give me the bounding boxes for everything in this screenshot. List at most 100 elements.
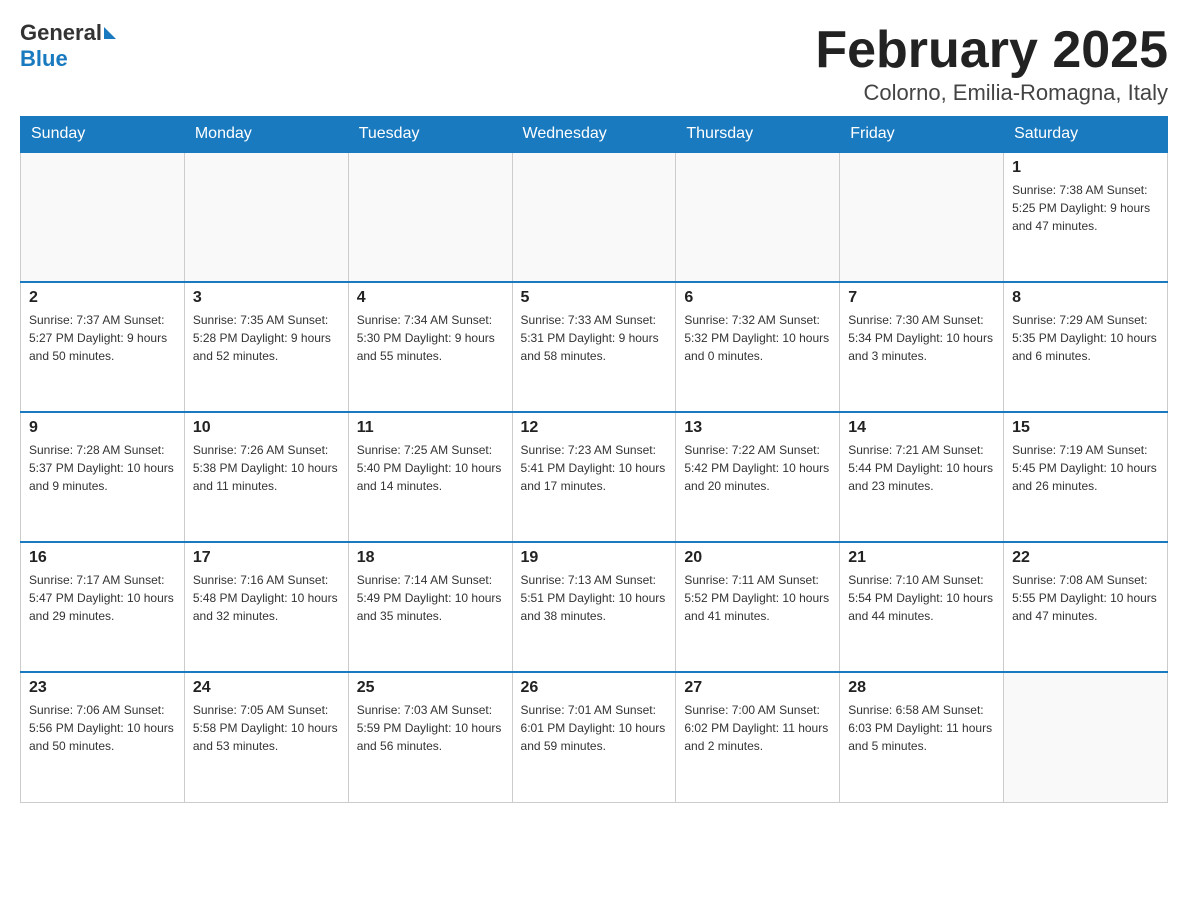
calendar-cell: 19 Sunrise: 7:13 AM Sunset: 5:51 PM Dayli…	[512, 542, 676, 672]
calendar-cell: 28Sunrise: 6:58 AM Sunset: 6:03 PM Dayli…	[840, 672, 1004, 802]
calendar-cell: 1 Sunrise: 7:38 AM Sunset: 5:25 PM Daylig…	[1004, 152, 1168, 282]
weekday-header-wednesday: Wednesday	[512, 117, 676, 153]
day-info: Sunrise: 6:58 AM Sunset: 6:03 PM Dayligh…	[848, 701, 995, 755]
calendar-cell: 18 Sunrise: 7:14 AM Sunset: 5:49 PM Dayli…	[348, 542, 512, 672]
day-info: Sunrise: 7:10 AM Sunset: 5:54 PM Dayligh…	[848, 571, 995, 625]
weekday-header-monday: Monday	[184, 117, 348, 153]
calendar-cell	[184, 152, 348, 282]
calendar-cell: 15 Sunrise: 7:19 AM Sunset: 5:45 PM Dayli…	[1004, 412, 1168, 542]
day-info: Sunrise: 7:37 AM Sunset: 5:27 PM Dayligh…	[29, 311, 176, 365]
calendar-cell: 10 Sunrise: 7:26 AM Sunset: 5:38 PM Dayli…	[184, 412, 348, 542]
day-info: Sunrise: 7:17 AM Sunset: 5:47 PM Dayligh…	[29, 571, 176, 625]
day-info: Sunrise: 7:26 AM Sunset: 5:38 PM Dayligh…	[193, 441, 340, 495]
calendar-cell: 3 Sunrise: 7:35 AM Sunset: 5:28 PM Daylig…	[184, 282, 348, 412]
day-info: Sunrise: 7:00 AM Sunset: 6:02 PM Dayligh…	[684, 701, 831, 755]
day-info: Sunrise: 7:38 AM Sunset: 5:25 PM Dayligh…	[1012, 181, 1159, 235]
calendar-cell: 4 Sunrise: 7:34 AM Sunset: 5:30 PM Daylig…	[348, 282, 512, 412]
day-number: 12	[521, 419, 668, 437]
calendar-cell: 5 Sunrise: 7:33 AM Sunset: 5:31 PM Daylig…	[512, 282, 676, 412]
day-number: 27	[684, 679, 831, 697]
logo-arrow-icon	[104, 27, 116, 39]
day-info: Sunrise: 7:13 AM Sunset: 5:51 PM Dayligh…	[521, 571, 668, 625]
calendar-cell: 2 Sunrise: 7:37 AM Sunset: 5:27 PM Daylig…	[21, 282, 185, 412]
day-info: Sunrise: 7:14 AM Sunset: 5:49 PM Dayligh…	[357, 571, 504, 625]
day-info: Sunrise: 7:28 AM Sunset: 5:37 PM Dayligh…	[29, 441, 176, 495]
calendar-week-row: 23 Sunrise: 7:06 AM Sunset: 5:56 PM Dayli…	[21, 672, 1168, 802]
weekday-header-sunday: Sunday	[21, 117, 185, 153]
day-number: 25	[357, 679, 504, 697]
calendar-cell: 24 Sunrise: 7:05 AM Sunset: 5:58 PM Dayli…	[184, 672, 348, 802]
day-number: 6	[684, 289, 831, 307]
day-info: Sunrise: 7:01 AM Sunset: 6:01 PM Dayligh…	[521, 701, 668, 755]
calendar-cell: 17 Sunrise: 7:16 AM Sunset: 5:48 PM Dayli…	[184, 542, 348, 672]
day-info: Sunrise: 7:29 AM Sunset: 5:35 PM Dayligh…	[1012, 311, 1159, 365]
day-number: 13	[684, 419, 831, 437]
day-info: Sunrise: 7:05 AM Sunset: 5:58 PM Dayligh…	[193, 701, 340, 755]
day-number: 19	[521, 549, 668, 567]
day-number: 18	[357, 549, 504, 567]
calendar-cell: 12Sunrise: 7:23 AM Sunset: 5:41 PM Dayli…	[512, 412, 676, 542]
day-info: Sunrise: 7:11 AM Sunset: 5:52 PM Dayligh…	[684, 571, 831, 625]
calendar-cell: 27 Sunrise: 7:00 AM Sunset: 6:02 PM Dayli…	[676, 672, 840, 802]
calendar-cell: 11 Sunrise: 7:25 AM Sunset: 5:40 PM Dayli…	[348, 412, 512, 542]
calendar-cell	[348, 152, 512, 282]
day-info: Sunrise: 7:30 AM Sunset: 5:34 PM Dayligh…	[848, 311, 995, 365]
weekday-header-thursday: Thursday	[676, 117, 840, 153]
weekday-header-saturday: Saturday	[1004, 117, 1168, 153]
calendar-week-row: 9 Sunrise: 7:28 AM Sunset: 5:37 PM Daylig…	[21, 412, 1168, 542]
day-number: 22	[1012, 549, 1159, 567]
day-number: 10	[193, 419, 340, 437]
day-info: Sunrise: 7:32 AM Sunset: 5:32 PM Dayligh…	[684, 311, 831, 365]
calendar-cell	[512, 152, 676, 282]
day-number: 14	[848, 419, 995, 437]
location-subtitle: Colorno, Emilia-Romagna, Italy	[815, 80, 1168, 106]
day-number: 17	[193, 549, 340, 567]
day-number: 4	[357, 289, 504, 307]
day-info: Sunrise: 7:16 AM Sunset: 5:48 PM Dayligh…	[193, 571, 340, 625]
day-number: 5	[521, 289, 668, 307]
month-title: February 2025	[815, 20, 1168, 80]
logo-blue-text: Blue	[20, 46, 68, 72]
day-info: Sunrise: 7:03 AM Sunset: 5:59 PM Dayligh…	[357, 701, 504, 755]
logo: General Blue	[20, 20, 118, 72]
calendar-cell	[676, 152, 840, 282]
day-number: 1	[1012, 159, 1159, 177]
day-number: 11	[357, 419, 504, 437]
day-info: Sunrise: 7:25 AM Sunset: 5:40 PM Dayligh…	[357, 441, 504, 495]
day-info: Sunrise: 7:34 AM Sunset: 5:30 PM Dayligh…	[357, 311, 504, 365]
calendar-week-row: 16Sunrise: 7:17 AM Sunset: 5:47 PM Dayli…	[21, 542, 1168, 672]
day-info: Sunrise: 7:08 AM Sunset: 5:55 PM Dayligh…	[1012, 571, 1159, 625]
calendar-cell: 8 Sunrise: 7:29 AM Sunset: 5:35 PM Daylig…	[1004, 282, 1168, 412]
calendar-cell: 25 Sunrise: 7:03 AM Sunset: 5:59 PM Dayli…	[348, 672, 512, 802]
calendar-cell: 20 Sunrise: 7:11 AM Sunset: 5:52 PM Dayli…	[676, 542, 840, 672]
calendar-cell: 16Sunrise: 7:17 AM Sunset: 5:47 PM Dayli…	[21, 542, 185, 672]
title-area: February 2025 Colorno, Emilia-Romagna, I…	[815, 20, 1168, 106]
calendar-cell	[21, 152, 185, 282]
day-number: 9	[29, 419, 176, 437]
day-number: 21	[848, 549, 995, 567]
day-number: 3	[193, 289, 340, 307]
day-number: 2	[29, 289, 176, 307]
calendar-cell: 9 Sunrise: 7:28 AM Sunset: 5:37 PM Daylig…	[21, 412, 185, 542]
day-info: Sunrise: 7:19 AM Sunset: 5:45 PM Dayligh…	[1012, 441, 1159, 495]
calendar-cell	[840, 152, 1004, 282]
calendar-cell: 6 Sunrise: 7:32 AM Sunset: 5:32 PM Daylig…	[676, 282, 840, 412]
weekday-header-tuesday: Tuesday	[348, 117, 512, 153]
day-info: Sunrise: 7:06 AM Sunset: 5:56 PM Dayligh…	[29, 701, 176, 755]
day-number: 20	[684, 549, 831, 567]
calendar-cell: 23 Sunrise: 7:06 AM Sunset: 5:56 PM Dayli…	[21, 672, 185, 802]
day-info: Sunrise: 7:33 AM Sunset: 5:31 PM Dayligh…	[521, 311, 668, 365]
day-info: Sunrise: 7:35 AM Sunset: 5:28 PM Dayligh…	[193, 311, 340, 365]
day-info: Sunrise: 7:22 AM Sunset: 5:42 PM Dayligh…	[684, 441, 831, 495]
weekday-header-row: SundayMondayTuesdayWednesdayThursdayFrid…	[21, 117, 1168, 153]
calendar-cell: 13 Sunrise: 7:22 AM Sunset: 5:42 PM Dayli…	[676, 412, 840, 542]
day-number: 24	[193, 679, 340, 697]
day-number: 26	[521, 679, 668, 697]
calendar-cell: 14Sunrise: 7:21 AM Sunset: 5:44 PM Dayli…	[840, 412, 1004, 542]
calendar-cell: 21 Sunrise: 7:10 AM Sunset: 5:54 PM Dayli…	[840, 542, 1004, 672]
calendar-week-row: 1 Sunrise: 7:38 AM Sunset: 5:25 PM Daylig…	[21, 152, 1168, 282]
calendar-cell	[1004, 672, 1168, 802]
day-number: 15	[1012, 419, 1159, 437]
day-number: 23	[29, 679, 176, 697]
day-number: 8	[1012, 289, 1159, 307]
